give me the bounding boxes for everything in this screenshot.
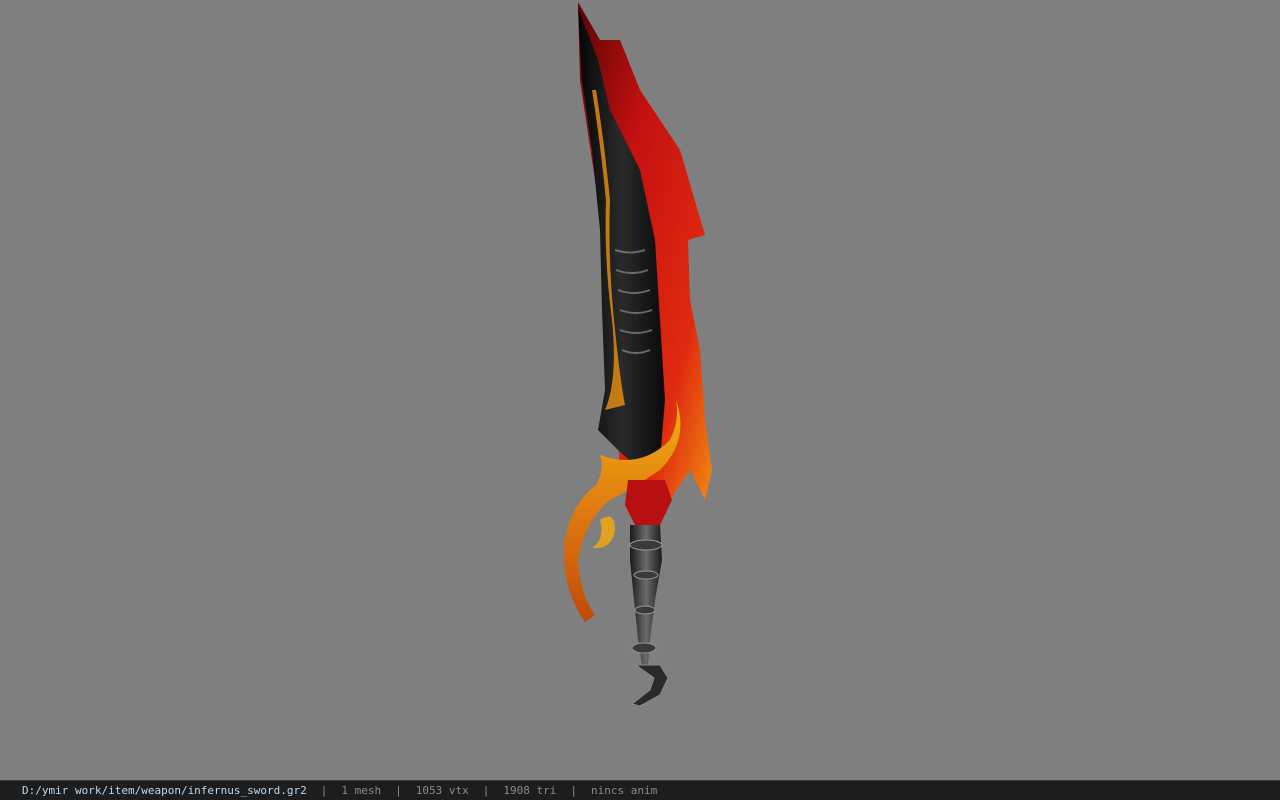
status-bar: D:/ymir work/item/weapon/infernus_sword.… [0,780,1280,800]
file-path: D:/ymir work/item/weapon/infernus_sword.… [22,784,307,797]
mesh-count: 1 mesh [341,784,382,797]
separator: | [570,784,577,797]
separator: | [395,784,402,797]
sword-model [563,2,712,707]
guard-collar [625,480,672,525]
flame-curl [592,516,615,549]
vertex-count: 1053 vtx [415,784,469,797]
pommel [630,664,669,707]
separator: | [320,784,328,797]
model-viewport[interactable] [0,0,1280,780]
separator: | [482,784,490,797]
anim-status: nincs anim [591,784,658,797]
triangle-count: 1908 tri [503,784,557,797]
